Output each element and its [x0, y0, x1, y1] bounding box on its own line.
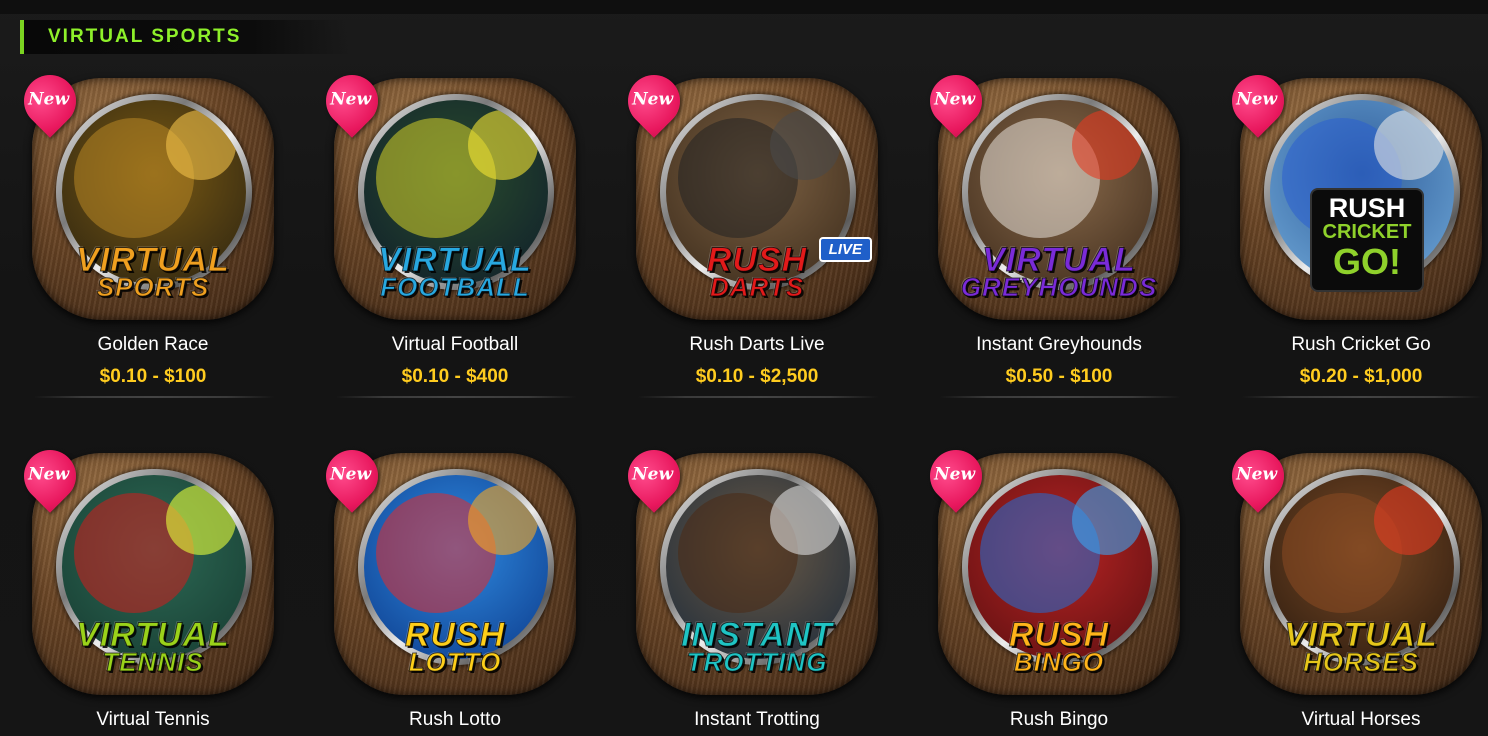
new-badge-label: New — [934, 89, 976, 110]
artwork-shape — [770, 485, 840, 555]
game-title[interactable]: Virtual Football — [304, 334, 606, 356]
game-logo: VIRTUAL HORSES — [1246, 617, 1476, 678]
game-title[interactable]: Golden Race — [2, 334, 304, 356]
game-card[interactable]: VIRTUAL HORSES New Virtual Horses — [1210, 375, 1488, 730]
game-title[interactable]: Rush Lotto — [304, 709, 606, 731]
new-badge-label: New — [28, 464, 70, 485]
game-logo: VIRTUAL FOOTBALL — [340, 242, 570, 303]
game-card[interactable]: VIRTUAL GREYHOUNDS New Instant Greyhounds $0… — [908, 0, 1208, 398]
artwork-shape — [770, 110, 840, 180]
game-card[interactable]: VIRTUAL TENNIS New Virtual Tennis — [2, 375, 302, 730]
artwork-shape — [1374, 110, 1444, 180]
new-badge-label: New — [330, 464, 372, 485]
artwork-shape — [166, 110, 236, 180]
game-card[interactable]: VIRTUAL SPORTS New Golden Race $0.10 - $100 — [2, 0, 302, 398]
game-logo-line2: FOOTBALL — [380, 272, 530, 303]
artwork-shape — [468, 485, 538, 555]
game-logo-line2: DARTS — [709, 272, 805, 303]
new-badge-label: New — [1236, 89, 1278, 110]
game-logo: RUSH LOTTO — [340, 617, 570, 678]
game-logo-line2: HORSES — [1303, 647, 1419, 678]
artwork-shape — [166, 485, 236, 555]
game-grid: VIRTUAL SPORTS New Golden Race $0.10 - $100 V… — [0, 0, 1488, 736]
artwork-shape — [468, 110, 538, 180]
game-logo: VIRTUAL TENNIS — [38, 617, 268, 678]
new-badge-label: New — [934, 464, 976, 485]
game-logo-line3: GO! — [1333, 241, 1401, 283]
game-logo-line2: SPORTS — [96, 272, 210, 303]
game-card[interactable]: VIRTUAL FOOTBALL New Virtual Football $0.10 … — [304, 0, 604, 398]
game-title[interactable]: Instant Trotting — [606, 709, 908, 731]
game-title[interactable]: Rush Darts Live — [606, 334, 908, 356]
game-title[interactable]: Rush Bingo — [908, 709, 1210, 731]
game-title[interactable]: Virtual Tennis — [2, 709, 304, 731]
game-card[interactable]: RUSH DARTS LIVE New Rush Darts Live $0.10 - $… — [606, 0, 906, 398]
game-title[interactable]: Rush Cricket Go — [1210, 334, 1488, 356]
new-badge-label: New — [330, 89, 372, 110]
new-badge-label: New — [28, 89, 70, 110]
game-logo-line1: RUSH — [1328, 193, 1406, 223]
new-badge-label: New — [1236, 464, 1278, 485]
game-logo: INSTANT TROTTING — [642, 617, 872, 678]
game-title[interactable]: Instant Greyhounds — [908, 334, 1210, 356]
game-logo-line2: TROTTING — [686, 647, 828, 678]
new-badge-label: New — [632, 464, 674, 485]
game-logo: VIRTUAL SPORTS — [38, 242, 268, 303]
game-title[interactable]: Virtual Horses — [1210, 709, 1488, 731]
artwork-shape — [1072, 485, 1142, 555]
new-badge-label: New — [632, 89, 674, 110]
game-logo: VIRTUAL GREYHOUNDS — [944, 242, 1174, 303]
game-card[interactable]: INSTANT TROTTING New Instant Trotting — [606, 375, 906, 730]
game-logo-line2: TENNIS — [102, 647, 204, 678]
artwork-shape — [1374, 485, 1444, 555]
game-card[interactable]: RUSH CRICKET GO! New Rush Cricket Go $0.20 - … — [1210, 0, 1488, 398]
live-badge: LIVE — [818, 237, 872, 262]
game-logo: RUSH BINGO — [944, 617, 1174, 678]
game-logo-line2: CRICKET — [1322, 221, 1412, 244]
artwork-shape — [1072, 110, 1142, 180]
game-card[interactable]: RUSH LOTTO New Rush Lotto — [304, 375, 604, 730]
game-card[interactable]: RUSH BINGO New Rush Bingo — [908, 375, 1208, 730]
virtual-sports-page: VIRTUAL SPORTS VIRTUAL SPORTS New Golden Ra… — [0, 0, 1488, 736]
game-logo-line2: LOTTO — [408, 647, 502, 678]
game-logo-line2: BINGO — [1013, 647, 1105, 678]
game-logo: RUSH CRICKET GO! — [1310, 188, 1424, 292]
game-logo-line2: GREYHOUNDS — [960, 272, 1158, 303]
